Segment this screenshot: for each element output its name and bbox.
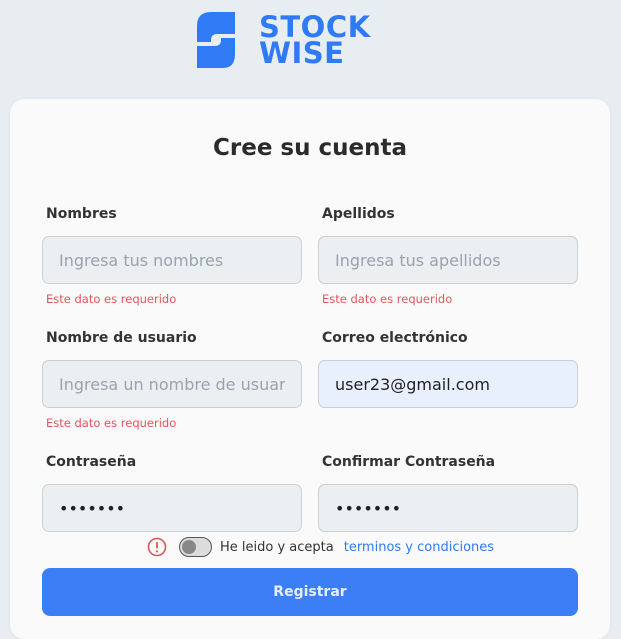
- terms-text: He leido y acepta: [220, 539, 334, 555]
- password-label: Contraseña: [46, 454, 137, 470]
- usuario-field: Nombre de usuario Este dato es requerido: [42, 330, 302, 430]
- apellidos-field: Apellidos Este dato es requerido: [318, 206, 578, 306]
- confirm-password-input[interactable]: [318, 484, 578, 532]
- usuario-label: Nombre de usuario: [46, 330, 197, 346]
- password-input[interactable]: [42, 484, 302, 532]
- nombres-label: Nombres: [46, 206, 117, 222]
- usuario-input[interactable]: [42, 360, 302, 408]
- register-button[interactable]: Registrar: [42, 568, 578, 616]
- nombres-error: Este dato es requerido: [46, 292, 177, 306]
- password-field: Contraseña: [42, 454, 302, 532]
- terms-link[interactable]: terminos y condiciones: [344, 540, 494, 555]
- terms-toggle[interactable]: [179, 537, 212, 557]
- correo-field: Correo electrónico: [318, 330, 578, 408]
- brand-wordmark: STOCK WISE: [259, 13, 371, 68]
- toggle-knob: [182, 540, 196, 554]
- usuario-error: Este dato es requerido: [46, 416, 177, 430]
- correo-label: Correo electrónico: [322, 330, 468, 346]
- email-input[interactable]: [318, 360, 578, 408]
- apellidos-label: Apellidos: [322, 206, 395, 222]
- nombres-field: Nombres Este dato es requerido: [42, 206, 302, 306]
- apellidos-error: Este dato es requerido: [322, 292, 453, 306]
- signup-card: Cree su cuenta Nombres Este dato es requ…: [10, 99, 610, 639]
- terms-row: He leido y acepta terminos y condiciones: [147, 537, 494, 557]
- nombres-input[interactable]: [42, 236, 302, 284]
- warning-icon: [147, 537, 167, 557]
- page-title: Cree su cuenta: [213, 135, 407, 161]
- confirm-password-field: Confirmar Contraseña: [318, 454, 578, 532]
- apellidos-input[interactable]: [318, 236, 578, 284]
- brand-logo: STOCK WISE: [197, 12, 371, 68]
- confirm-password-label: Confirmar Contraseña: [322, 454, 496, 470]
- stockwise-logo-icon: [197, 12, 235, 68]
